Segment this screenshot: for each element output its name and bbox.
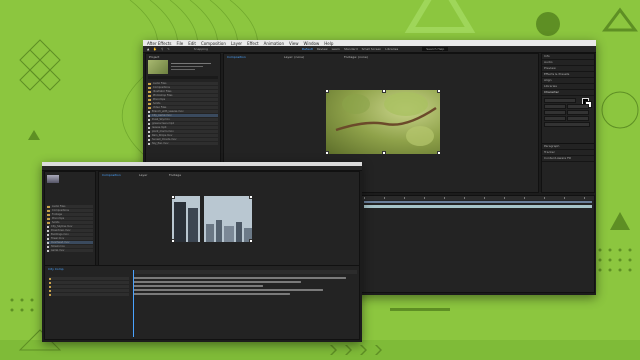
menu-item[interactable]: Animation xyxy=(264,41,284,46)
front-project-list: Audio Files Compositions Footage Precomp… xyxy=(45,204,95,253)
branch-image xyxy=(335,92,437,146)
menu-item[interactable]: View xyxy=(289,41,299,46)
layer-tab[interactable]: Layer: (none) xyxy=(284,55,304,59)
project-tab[interactable]: Project xyxy=(149,55,159,59)
menu-item[interactable]: Layer xyxy=(231,41,242,46)
app-window-front: Audio Files Compositions Footage Precomp… xyxy=(42,162,362,342)
workspace-tab[interactable]: Standard xyxy=(344,47,358,51)
menu-item[interactable]: Window xyxy=(304,41,320,46)
project-item[interactable]: Video Files xyxy=(148,106,218,109)
front-project-panel: Audio Files Compositions Footage Precomp… xyxy=(44,171,96,271)
project-thumbnail xyxy=(148,60,168,74)
project-item[interactable]: Branch_with_Leaves.mov xyxy=(148,110,218,113)
front-project-thumbnail xyxy=(47,175,59,183)
workspace-tab[interactable]: Default xyxy=(302,47,313,51)
front-time-ruler[interactable] xyxy=(133,270,357,274)
hand-tool-icon[interactable]: ✋ xyxy=(153,47,157,51)
project-item[interactable]: Buildings.mov xyxy=(47,233,93,236)
front-timeline-panel: City Comp xyxy=(44,265,360,340)
layer-track-bar[interactable] xyxy=(133,277,346,279)
search-help-input[interactable]: Search Help xyxy=(422,47,449,51)
character-controls xyxy=(542,96,594,146)
front-composition-panel: Composition Layer Footage xyxy=(98,171,360,271)
project-search-input[interactable] xyxy=(148,76,218,79)
zoom-tool-icon[interactable]: ⚲ xyxy=(161,47,163,51)
project-item[interactable]: Solids xyxy=(148,102,218,105)
project-item[interactable]: plant_macro.mov xyxy=(148,130,218,133)
timeline-layer-row[interactable] xyxy=(49,277,129,280)
layer-track-bar[interactable] xyxy=(133,285,263,287)
toolbar: ▲ ✋ ⚲ ✎ Snapping Default Review Learn St… xyxy=(143,46,596,53)
project-item[interactable]: Dusk_Sky.mov xyxy=(148,118,218,121)
project-item[interactable]: Tower.mov xyxy=(47,237,93,240)
footage-tab[interactable]: Footage: (none) xyxy=(344,55,368,59)
project-item[interactable]: Illustrator Files xyxy=(148,90,218,93)
workspace-tab[interactable]: Review xyxy=(317,47,328,51)
timeline-tab[interactable]: City Comp xyxy=(48,267,64,271)
right-panels-bottom: Paragraph Tracker Content-Aware Fill xyxy=(541,143,595,193)
timeline-layer-row[interactable] xyxy=(49,293,129,296)
project-item-selected[interactable]: Overhead.mov xyxy=(47,241,93,244)
panel-content-aware-fill[interactable]: Content-Aware Fill xyxy=(542,156,594,162)
project-list: Audio Files Compositions Illustrator Fil… xyxy=(146,81,220,146)
project-item[interactable]: Precomps xyxy=(47,217,93,220)
pen-tool-icon[interactable]: ✎ xyxy=(167,47,170,51)
project-item[interactable]: Audio Files xyxy=(47,205,93,208)
menu-item[interactable]: Help xyxy=(324,41,333,46)
composition-tab[interactable]: Composition xyxy=(227,55,246,59)
project-item[interactable]: City_Skyline.mov xyxy=(47,225,93,228)
front-layer-tab[interactable]: Layer xyxy=(139,173,147,177)
layer-list xyxy=(47,276,131,297)
project-item-selected[interactable]: City_Aerial.mov xyxy=(148,114,218,117)
menu-item[interactable]: After Effects xyxy=(147,41,171,46)
playhead[interactable] xyxy=(133,270,134,337)
workspace-tab[interactable]: Learn xyxy=(332,47,340,51)
project-item[interactable]: Precomps xyxy=(148,98,218,101)
selection-tool-icon[interactable]: ▲ xyxy=(147,47,149,51)
comp-viewer-frame[interactable] xyxy=(326,90,440,154)
menu-item[interactable]: Effect xyxy=(247,41,259,46)
snapping-label[interactable]: Snapping xyxy=(194,47,208,51)
project-item[interactable]: Rain_Drops.mov xyxy=(148,134,218,137)
project-item[interactable]: Sunset_Clouds.mov xyxy=(148,138,218,141)
workspace-tab[interactable]: Small Screen xyxy=(362,47,382,51)
project-info xyxy=(171,61,211,73)
timeline-layer-row[interactable] xyxy=(49,289,129,292)
project-item[interactable]: Audio Files xyxy=(148,82,218,85)
layer-track-bar[interactable] xyxy=(133,293,290,295)
layer-track-bar[interactable] xyxy=(364,205,592,208)
work-area-bar[interactable] xyxy=(364,201,592,203)
layer-track-bar[interactable] xyxy=(133,289,324,291)
project-item[interactable]: Downtown.mov xyxy=(47,229,93,232)
menu-item[interactable]: Edit xyxy=(188,41,196,46)
timeline-layer-row[interactable] xyxy=(49,281,129,284)
timeline-layer-row[interactable] xyxy=(49,285,129,288)
project-item[interactable]: Sky_Pan.mov xyxy=(148,142,218,145)
front-footage-tab[interactable]: Footage xyxy=(169,173,181,177)
project-item[interactable]: Aerial.mov xyxy=(47,249,93,252)
triangle-deco xyxy=(404,0,476,33)
city-skyline-image xyxy=(172,196,252,242)
front-track-area xyxy=(133,270,357,337)
project-item[interactable]: Footage xyxy=(47,213,93,216)
layer-track-bar[interactable] xyxy=(133,281,301,283)
front-comp-viewer-frame[interactable] xyxy=(172,196,252,242)
project-item[interactable]: Compositions xyxy=(47,209,93,212)
project-item[interactable]: leaves.mp4 xyxy=(148,126,218,129)
menu-item[interactable]: Composition xyxy=(201,41,226,46)
project-item[interactable]: Compositions xyxy=(148,86,218,89)
workspace-tab[interactable]: Libraries xyxy=(385,47,398,51)
project-item[interactable]: Photoshop Files xyxy=(148,94,218,97)
project-item[interactable]: Solids xyxy=(47,221,93,224)
front-composition-tab[interactable]: Composition xyxy=(102,173,121,177)
project-item[interactable]: Street.mov xyxy=(47,245,93,248)
project-item[interactable]: greenscreen.mp4 xyxy=(148,122,218,125)
menu-item[interactable]: File xyxy=(176,41,183,46)
